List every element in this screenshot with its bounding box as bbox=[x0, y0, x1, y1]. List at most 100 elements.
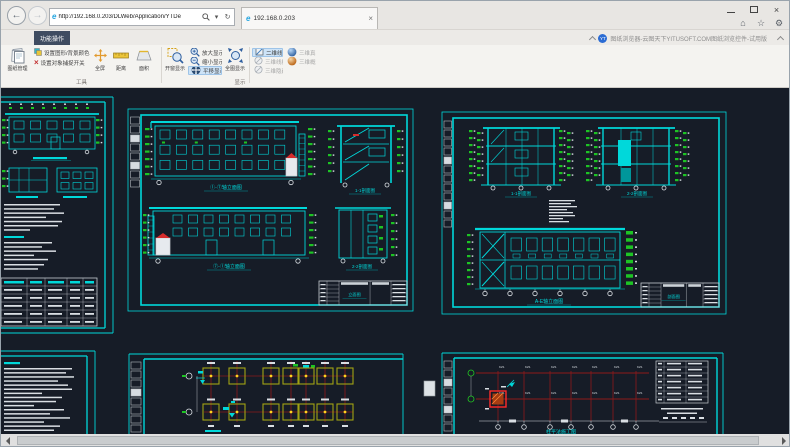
quick-toolbar: ⌂ ☆ ⚙ bbox=[736, 18, 786, 29]
ribbon-tab-row: 功能操作 YT 图纸浏览器-云图天下YITUSOFT.COM图纸浏览控件-试用版 bbox=[1, 29, 790, 45]
browser-tab[interactable]: e 192.168.0.203 × bbox=[241, 7, 378, 29]
address-dropdown-icon[interactable]: ▾ bbox=[212, 13, 221, 21]
drawing-title: A-E轴立面图 bbox=[535, 298, 563, 305]
wireframe-3d-label: 三维线框 bbox=[265, 58, 283, 66]
ribbon: 图纸管理 设置图形/背景颜色 × 设置对象捕捉开关 全屏 距离 面积 工具 开窗… bbox=[1, 45, 790, 88]
zoom-in-button[interactable]: 放大显示 bbox=[188, 48, 222, 57]
column-label: KZ1 bbox=[572, 391, 578, 395]
hidden-3d-button[interactable]: 三维隐藏 bbox=[252, 66, 283, 75]
back-arrow-icon: ← bbox=[12, 10, 22, 21]
cad-canvas[interactable]: ①-⑦轴立面图 1-1剖面图 ⑦-①轴立面图 2-2剖面图立面图 1-1剖面图 2-2剖… bbox=[1, 88, 790, 434]
minimize-icon bbox=[727, 12, 735, 14]
sheet-column-plan: KZ1KZ1KZ1KZ1KZ1KZ1KZ1KZ1KZ1KZ1KZ1KZ1KZ1K… bbox=[442, 353, 723, 434]
search-icon[interactable] bbox=[201, 13, 210, 21]
zoom-in-icon bbox=[190, 48, 200, 57]
ribbon-collapse-icon[interactable] bbox=[777, 36, 784, 43]
maximize-button[interactable] bbox=[742, 2, 765, 17]
page-favicon-icon: e bbox=[52, 13, 56, 21]
area-button[interactable]: 面积 bbox=[133, 46, 155, 78]
home-icon[interactable]: ⌂ bbox=[736, 18, 750, 29]
pan-button[interactable]: 平移显示 bbox=[188, 66, 222, 75]
scrollbar-thumb[interactable] bbox=[17, 436, 759, 445]
wireframe-2d-icon bbox=[255, 48, 264, 57]
pan-hand-icon bbox=[191, 66, 201, 75]
column-label: KZ1 bbox=[551, 391, 557, 395]
column-label: KZ1 bbox=[592, 391, 598, 395]
drawing-title: ①-⑦轴立面图 bbox=[210, 184, 242, 191]
fullscreen-arrows-icon bbox=[94, 46, 107, 65]
conceptual-sphere-icon bbox=[287, 57, 297, 66]
zoom-extents-button[interactable]: 全图显示 bbox=[224, 46, 246, 78]
drawing-title: 立面图 bbox=[348, 291, 361, 298]
set-osnap-button[interactable]: × 设置对象捕捉开关 bbox=[32, 58, 90, 67]
notice-text: 图纸浏览器-云图天下YITUSOFT.COM图纸浏览控件-试用版 bbox=[610, 34, 767, 43]
column-label: KZ1 bbox=[637, 365, 643, 369]
sheet-elevations: ①-⑦轴立面图 1-1剖面图 ⑦-①轴立面图 2-2剖面图立面图 bbox=[128, 109, 413, 311]
tab-favicon-icon: e bbox=[246, 15, 250, 23]
drawing-title: 2-2剖面图 bbox=[352, 263, 373, 270]
drawing-manager-button[interactable]: 图纸管理 bbox=[4, 46, 31, 78]
address-bar[interactable]: e http://192.168.0.203/DLWeb/Application… bbox=[49, 8, 235, 26]
tab-close-icon[interactable]: × bbox=[368, 14, 373, 23]
url-text[interactable]: http://192.168.0.203/DLWeb/Application/Y… bbox=[58, 14, 199, 20]
cad-viewport[interactable]: ①-⑦轴立面图 1-1剖面图 ⑦-①轴立面图 2-2剖面图立面图 1-1剖面图 2-2剖… bbox=[1, 88, 790, 434]
forward-arrow-icon: → bbox=[33, 10, 43, 21]
zoom-extents-icon bbox=[227, 46, 244, 65]
column-label: KZ1 bbox=[572, 365, 578, 369]
horizontal-scrollbar[interactable] bbox=[1, 434, 790, 447]
scroll-right-arrow-icon[interactable] bbox=[777, 434, 790, 447]
drawing-title: 1-1剖面图 bbox=[511, 190, 532, 197]
fullscreen-label: 全屏 bbox=[95, 65, 105, 72]
sheet-notes-partial bbox=[1, 351, 95, 434]
drawing-title: ⑦-①轴立面图 bbox=[213, 263, 245, 270]
realistic-sphere-icon bbox=[287, 48, 297, 57]
wireframe-2d-button[interactable]: 二维线框 bbox=[252, 48, 283, 57]
drawing-title: 2-2剖面图 bbox=[627, 190, 648, 197]
browser-window: ← → e http://192.168.0.203/DLWeb/Applica… bbox=[0, 0, 790, 447]
column-label: KZ1 bbox=[592, 365, 598, 369]
zoom-window-icon bbox=[167, 46, 184, 65]
hidden-3d-icon bbox=[254, 66, 263, 75]
column-label: KZ1 bbox=[525, 365, 531, 369]
group-separator bbox=[161, 47, 162, 83]
ruler-icon bbox=[113, 46, 129, 65]
close-button[interactable]: × bbox=[765, 2, 788, 17]
drawing-manager-label: 图纸管理 bbox=[7, 65, 27, 72]
column-label: KZ1 bbox=[525, 391, 531, 395]
settings-gear-icon[interactable]: ⚙ bbox=[772, 18, 786, 29]
window-zoom-button[interactable]: 开窗显示 bbox=[164, 46, 186, 78]
sheet-sections: 1-1剖面图 2-2剖面图 A-E轴立面图 剖面图 bbox=[442, 112, 726, 314]
set-bg-color-button[interactable]: 设置图形/背景颜色 bbox=[32, 48, 90, 57]
refresh-icon[interactable]: ↻ bbox=[223, 13, 232, 21]
zoom-in-label: 放大显示 bbox=[202, 49, 222, 57]
distance-button[interactable]: 距离 bbox=[111, 46, 131, 78]
drawing-title: 剖面图 bbox=[667, 293, 680, 300]
wireframe-3d-icon bbox=[254, 57, 263, 66]
column-label: KZ1 bbox=[637, 391, 643, 395]
notice-chevron-icon bbox=[589, 35, 596, 42]
forward-button[interactable]: → bbox=[28, 6, 47, 25]
realistic-button[interactable]: 三维真实 bbox=[285, 48, 316, 57]
back-button[interactable]: ← bbox=[7, 6, 26, 25]
minimize-button[interactable] bbox=[719, 2, 742, 17]
favorites-star-icon[interactable]: ☆ bbox=[754, 18, 768, 29]
scroll-left-arrow-icon[interactable] bbox=[1, 434, 15, 447]
palette-icon bbox=[34, 48, 42, 57]
snap-toggle-icon: × bbox=[34, 59, 39, 67]
fullscreen-button[interactable]: 全屏 bbox=[91, 46, 109, 78]
trial-notice: YT 图纸浏览器-云图天下YITUSOFT.COM图纸浏览控件-试用版 bbox=[590, 30, 767, 46]
zoom-out-button[interactable]: 缩小显示 bbox=[188, 57, 222, 66]
distance-label: 距离 bbox=[116, 65, 126, 72]
hidden-3d-label: 三维隐藏 bbox=[265, 67, 283, 75]
set-osnap-label: 设置对象捕捉开关 bbox=[41, 59, 85, 67]
wireframe-3d-button[interactable]: 三维线框 bbox=[252, 57, 283, 66]
display-group-label: 显示 bbox=[164, 78, 316, 86]
ribbon-tab-function[interactable]: 功能操作 bbox=[34, 31, 70, 46]
sheet-top-left-partial bbox=[1, 97, 113, 333]
drawing-title: 1-1剖面图 bbox=[355, 187, 376, 194]
zoom-out-label: 缩小显示 bbox=[202, 58, 222, 66]
window-controls: × bbox=[719, 2, 788, 17]
browser-titlebar: ← → e http://192.168.0.203/DLWeb/Applica… bbox=[1, 1, 790, 29]
conceptual-button[interactable]: 三维概念 bbox=[285, 57, 316, 66]
pan-label: 平移显示 bbox=[203, 67, 222, 75]
